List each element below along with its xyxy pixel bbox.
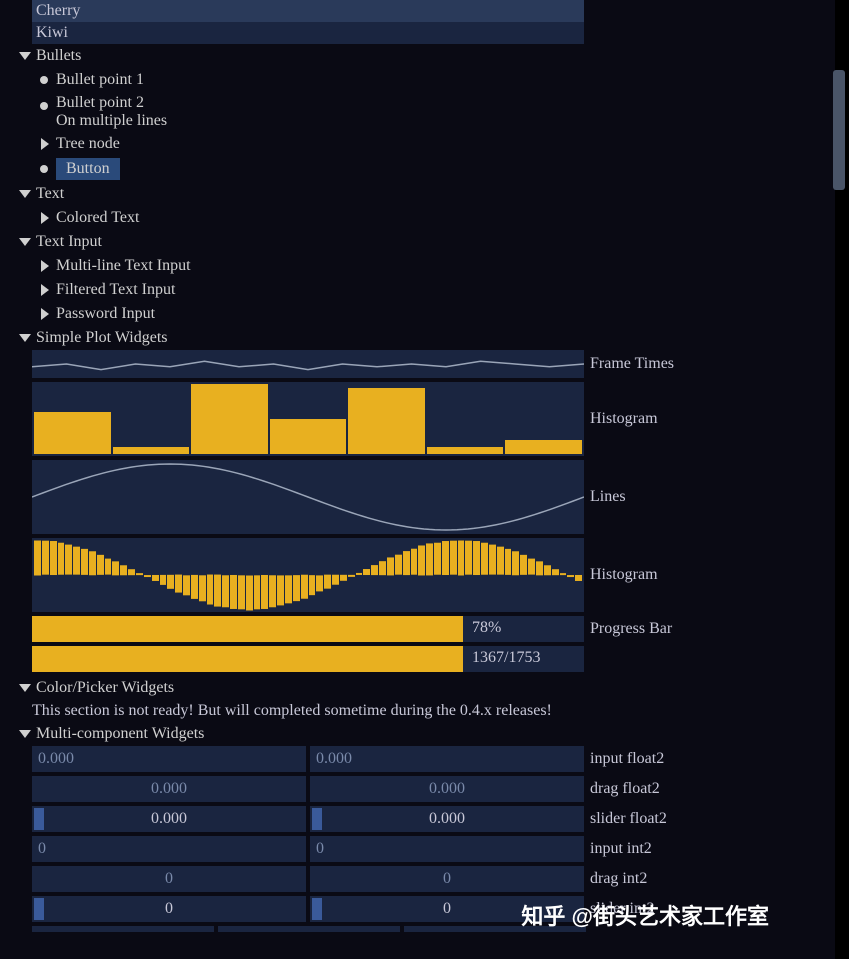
tree-plots[interactable]: Simple Plot Widgets (18, 326, 831, 350)
tree-color[interactable]: Color/Picker Widgets (18, 676, 831, 700)
input-field[interactable] (32, 926, 214, 932)
chevron-down-icon (18, 187, 32, 201)
field-label: input float2 (590, 750, 664, 768)
tree-multi[interactable]: Multi-component Widgets (18, 722, 831, 746)
tree-label: Text (36, 185, 64, 203)
input-field[interactable]: 0 (310, 836, 584, 862)
button[interactable]: Button (56, 158, 120, 180)
bullet-icon (40, 102, 48, 110)
tree-bullets[interactable]: Bullets (18, 44, 831, 68)
chevron-right-icon (38, 307, 52, 321)
slider-field[interactable]: 0 (310, 896, 584, 922)
tree-label: Filtered Text Input (56, 281, 175, 299)
plot-label: Progress Bar (590, 620, 672, 638)
chevron-down-icon (18, 727, 32, 741)
field-label: drag int2 (590, 870, 647, 888)
drag-field[interactable]: 0 (32, 866, 306, 892)
input-field[interactable]: 0 (32, 836, 306, 862)
tree-label: Tree node (56, 135, 120, 153)
bullet-text-extra: On multiple lines (56, 112, 167, 130)
progress-text: 78% (472, 619, 501, 637)
tree-password-input[interactable]: Password Input (38, 302, 831, 326)
tree-label: Multi-component Widgets (36, 725, 204, 743)
input-field[interactable] (404, 926, 586, 932)
input-field[interactable]: 0.000 (32, 746, 306, 772)
tree-text[interactable]: Text (18, 182, 831, 206)
chevron-down-icon (18, 235, 32, 249)
plot-label: Histogram (590, 566, 658, 584)
tree-multiline-input[interactable]: Multi-line Text Input (38, 254, 831, 278)
drag-field[interactable]: 0.000 (310, 776, 584, 802)
input-field[interactable]: 0.000 (310, 746, 584, 772)
plot-histogram2 (32, 538, 584, 612)
bullet-item: Bullet point 2 On multiple lines (38, 92, 831, 132)
chevron-right-icon (38, 259, 52, 273)
progress-bar: 78% (32, 616, 584, 642)
listbox[interactable]: Cherry Kiwi (32, 0, 584, 44)
bullet-text: Bullet point 1 (56, 71, 144, 89)
field-label: slider int2 (590, 900, 654, 918)
field-label: input int2 (590, 840, 652, 858)
plot-lines (32, 460, 584, 534)
bullet-icon (40, 76, 48, 84)
progress-text: 1367/1753 (472, 649, 540, 667)
plot-label: Lines (590, 488, 626, 506)
progress-bar-count: 1367/1753 (32, 646, 584, 672)
tree-text-input[interactable]: Text Input (18, 230, 831, 254)
chevron-down-icon (18, 681, 32, 695)
tree-filtered-input[interactable]: Filtered Text Input (38, 278, 831, 302)
field-label: slider float2 (590, 810, 667, 828)
plot-label: Histogram (590, 410, 658, 428)
drag-field[interactable]: 0 (310, 866, 584, 892)
bullet-item: Button (38, 156, 831, 182)
plot-frame-times (32, 350, 584, 378)
tree-node[interactable]: Tree node (38, 132, 831, 156)
bullet-icon (40, 165, 48, 173)
chevron-right-icon (38, 211, 52, 225)
scrollbar[interactable] (833, 70, 845, 190)
slider-field[interactable]: 0.000 (310, 806, 584, 832)
chevron-right-icon (38, 137, 52, 151)
tree-label: Color/Picker Widgets (36, 679, 174, 697)
tree-label: Bullets (36, 47, 81, 65)
bullet-text: Bullet point 2 (56, 94, 167, 112)
input-field[interactable] (218, 926, 400, 932)
tree-label: Simple Plot Widgets (36, 329, 168, 347)
chevron-right-icon (38, 283, 52, 297)
chevron-down-icon (18, 49, 32, 63)
demo-panel: Cherry Kiwi Bullets Bullet point 1 Bulle… (0, 0, 835, 959)
tree-label: Multi-line Text Input (56, 257, 191, 275)
list-item[interactable]: Cherry (32, 0, 584, 22)
tree-label: Colored Text (56, 209, 139, 227)
slider-field[interactable]: 0.000 (32, 806, 306, 832)
chevron-down-icon (18, 331, 32, 345)
tree-label: Password Input (56, 305, 155, 323)
tree-colored-text[interactable]: Colored Text (38, 206, 831, 230)
list-item[interactable]: Kiwi (32, 22, 584, 44)
field-label: drag float2 (590, 780, 660, 798)
drag-field[interactable]: 0.000 (32, 776, 306, 802)
bullet-item: Bullet point 1 (38, 68, 831, 92)
color-note: This section is not ready! But will comp… (32, 700, 831, 722)
slider-field[interactable]: 0 (32, 896, 306, 922)
plot-label: Frame Times (590, 355, 674, 373)
tree-label: Text Input (36, 233, 102, 251)
plot-histogram (32, 382, 584, 456)
